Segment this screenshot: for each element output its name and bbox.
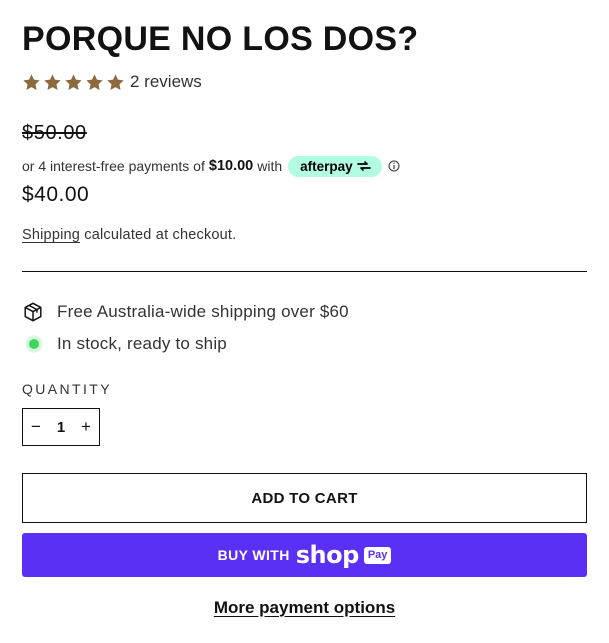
star-icon [44, 73, 61, 90]
package-icon [22, 301, 46, 323]
afterpay-brand: afterpay [300, 158, 353, 174]
star-icon [107, 73, 124, 90]
shipping-note-text: calculated at checkout. [84, 227, 237, 243]
info-icon[interactable] [388, 160, 400, 172]
rating-stars [22, 73, 125, 92]
stock-text: In stock, ready to ship [57, 334, 227, 353]
afterpay-suffix: with [257, 158, 283, 174]
add-to-cart-button[interactable]: ADD TO CART [22, 473, 587, 523]
shop-pay-button[interactable]: BUY WITH shop Pay [22, 533, 587, 577]
product-rating[interactable]: 2 reviews [22, 70, 202, 94]
divider [22, 271, 587, 272]
in-stock-dot-icon [22, 332, 46, 356]
afterpay-installment-amount: $10.00 [208, 158, 254, 174]
more-payment-options-link[interactable]: More payment options [0, 598, 609, 618]
afterpay-prefix: or 4 interest-free payments of [22, 158, 205, 174]
pay-badge: Pay [363, 546, 392, 564]
afterpay-message: or 4 interest-free payments of $10.00 wi… [22, 154, 400, 178]
star-icon [65, 73, 82, 90]
product-title: PORQUE NO LOS DOS? [22, 20, 419, 58]
shipping-link[interactable]: Shipping [22, 227, 80, 243]
star-icon [23, 73, 40, 90]
free-shipping-text: Free Australia-wide shipping over $60 [57, 302, 349, 321]
quantity-stepper[interactable]: − 1 + [22, 408, 100, 446]
stock-status: In stock, ready to ship [22, 332, 227, 356]
quantity-label: QUANTITY [22, 381, 112, 397]
quantity-increase-button[interactable]: + [73, 409, 99, 445]
shop-pay-prefix: BUY WITH [217, 547, 290, 563]
quantity-input[interactable]: 1 [49, 419, 73, 436]
sale-price: $40.00 [22, 183, 90, 206]
free-shipping-feature: Free Australia-wide shipping over $60 [22, 300, 349, 324]
shipping-note: Shipping calculated at checkout. [22, 227, 236, 243]
quantity-decrease-button[interactable]: − [23, 409, 49, 445]
shop-logo-text: shop [295, 541, 360, 569]
reviews-count[interactable]: 2 reviews [130, 72, 202, 92]
afterpay-arrows-icon [356, 161, 371, 171]
compare-at-price: $50.00 [22, 122, 87, 144]
star-icon [86, 73, 103, 90]
afterpay-logo: afterpay [288, 155, 382, 177]
